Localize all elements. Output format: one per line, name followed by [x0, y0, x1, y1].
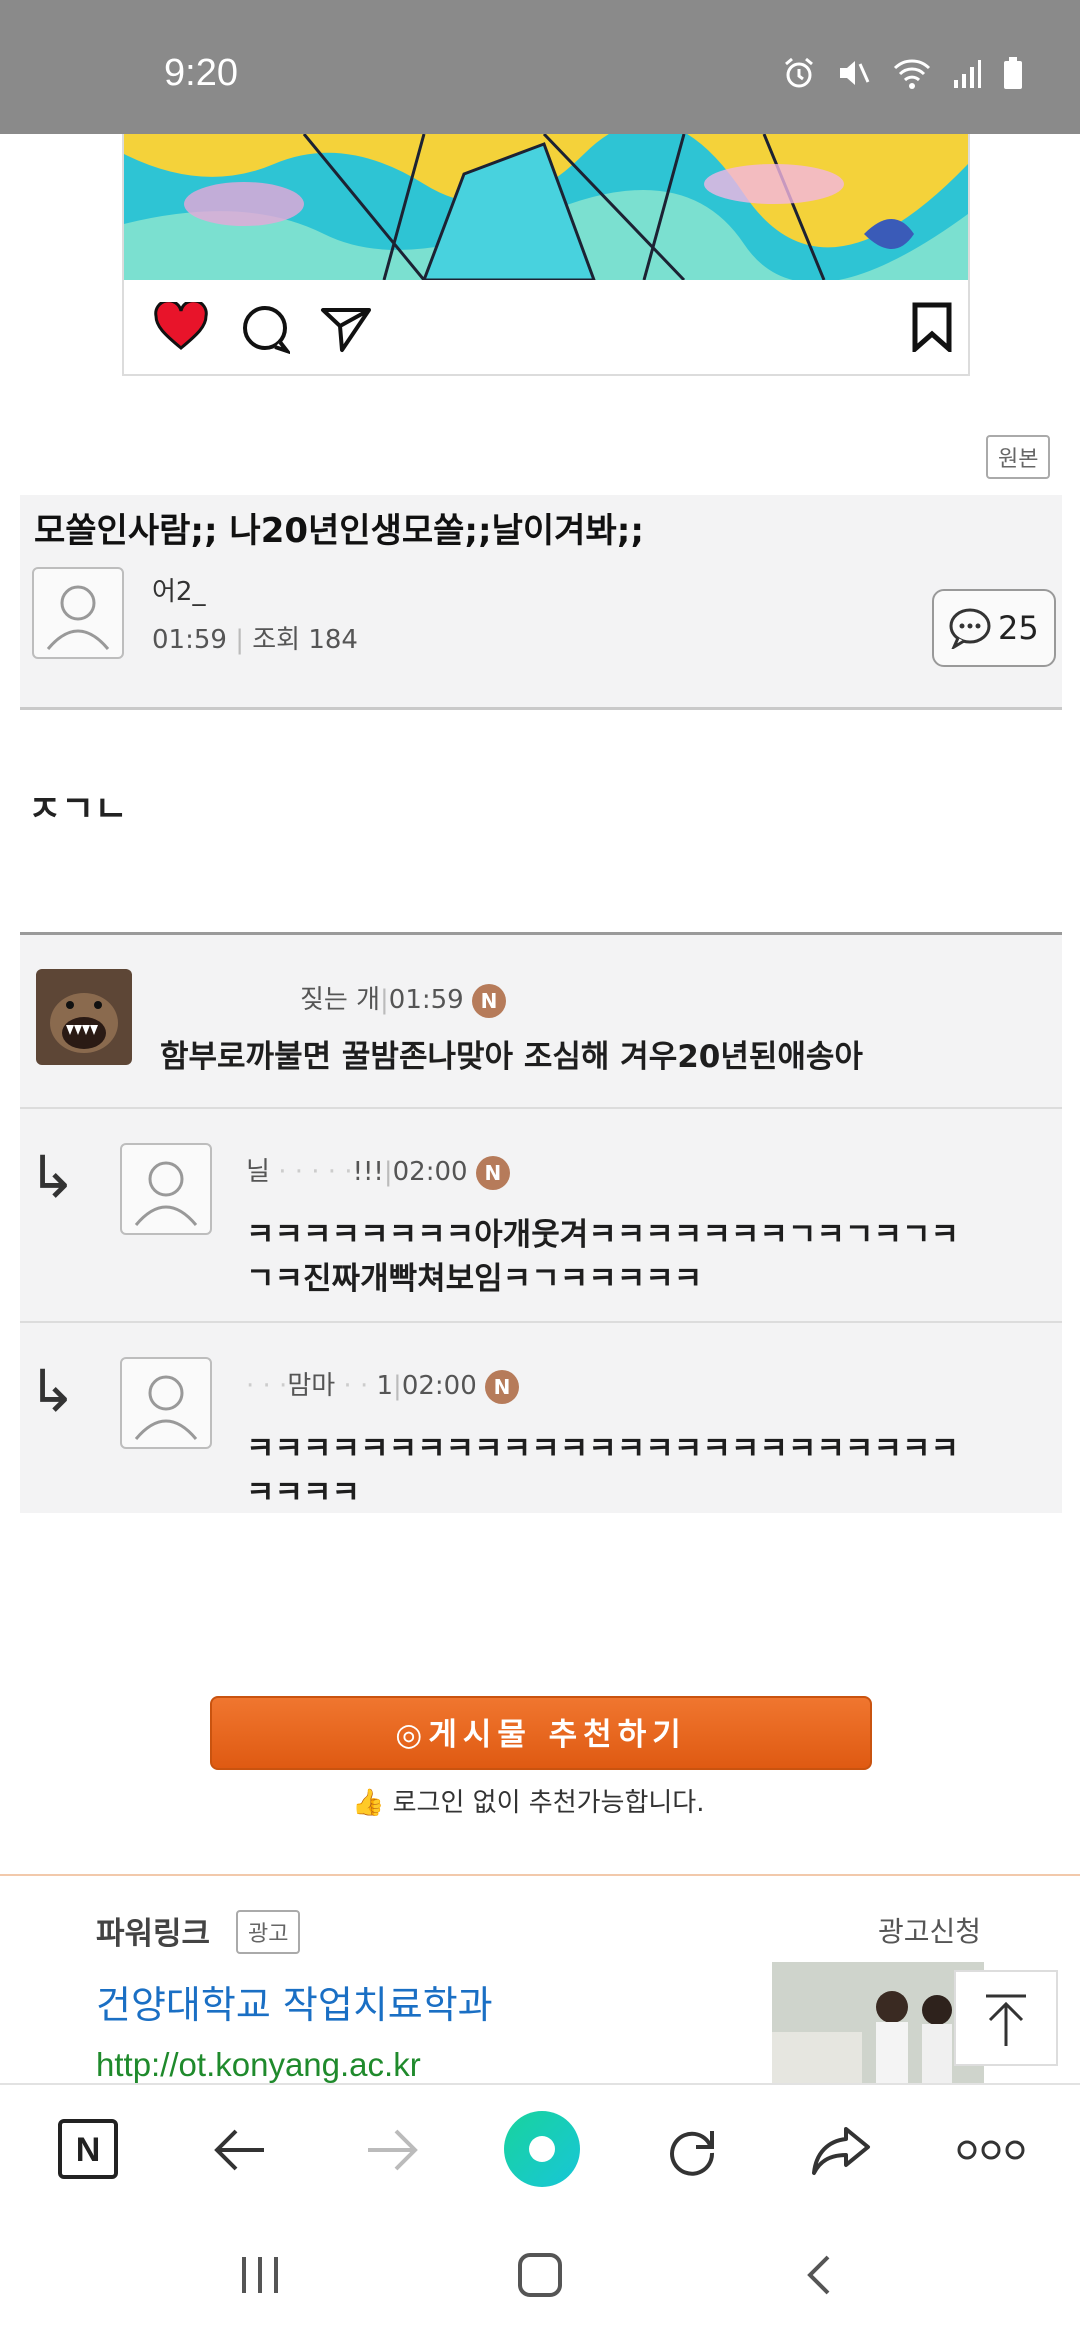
- post-views: 조회 184: [252, 625, 358, 655]
- reply-avatar: [120, 1143, 212, 1235]
- comment-author: 짖는 개: [300, 985, 381, 1015]
- thumbs-up-icon: 👍: [352, 1788, 385, 1818]
- status-bar: 9:20: [0, 0, 1080, 134]
- reply-arrow-icon: ↳: [28, 1357, 77, 1425]
- recommend-button[interactable]: ◎게시물 추천하기: [210, 1696, 872, 1770]
- dog-avatar: [36, 969, 132, 1065]
- more-icon[interactable]: [956, 2139, 1026, 2161]
- send-icon[interactable]: [320, 304, 372, 354]
- powerlink-label: 파워링크: [96, 1916, 211, 1952]
- reply-text-line2: ㄱㅋ진짜개빡쳐보임ㅋㄱㅋㅋㅋㅋㅋ: [246, 1261, 703, 1297]
- target-icon: ◎: [395, 1717, 429, 1753]
- naver-home-icon[interactable]: N: [58, 2119, 118, 2179]
- heart-icon[interactable]: [154, 302, 208, 352]
- comment-count-button[interactable]: 25: [932, 589, 1056, 667]
- reply-time: 02:00: [392, 1157, 468, 1187]
- post-body: ㅈㄱㄴ: [28, 789, 128, 830]
- comment-count: 25: [998, 609, 1039, 647]
- comment-text: 함부로까불면 꿀밤존나맞아 조심해 겨우20년된애송아: [160, 1039, 863, 1075]
- comment-icon[interactable]: [240, 304, 290, 354]
- green-dot-button[interactable]: [502, 2109, 582, 2189]
- recents-icon[interactable]: [236, 2253, 284, 2297]
- chat-bubble-icon: [949, 608, 991, 649]
- bookmark-icon[interactable]: [910, 302, 954, 352]
- battery-icon: [1004, 57, 1022, 89]
- alarm-icon: [785, 57, 813, 88]
- ad-title-link[interactable]: 건양대학교 작업치료학과: [96, 1974, 493, 2029]
- status-icons: [782, 56, 1024, 90]
- ad-badge: 광고: [236, 1910, 301, 1954]
- share-icon[interactable]: [810, 2123, 872, 2177]
- reply-time: 02:00: [401, 1371, 477, 1401]
- post-body-area: ㅈㄱㄴ: [20, 710, 1062, 932]
- reply-item: ↳ 닐 · · · · ·!!!|02:00 N ㅋㅋㅋㅋㅋㅋㅋㅋ아개웃겨ㅋㅋㅋ…: [20, 1109, 1062, 1321]
- scroll-top-button[interactable]: [954, 1970, 1058, 2066]
- status-time: 9:20: [164, 52, 238, 94]
- reply-text-line1: ㅋㅋㅋㅋㅋㅋㅋㅋ아개웃겨ㅋㅋㅋㅋㅋㅋㅋㄱㅋㄱㅋㄱㅋ: [246, 1217, 959, 1253]
- comment-item: 짖는 개|01:59 N 함부로까불면 꿀밤존나맞아 조심해 겨우20년된애송아: [20, 935, 1062, 1107]
- back-icon[interactable]: [212, 2125, 268, 2175]
- reply-author: 닐: [246, 1157, 270, 1187]
- post-screenshot: 모쏠인사람;; 나20년인생모쏠;;날이겨봐;; 어2_ 01:59 | 조회 …: [20, 495, 1062, 1513]
- recommend-label: 게시물 추천하기: [428, 1717, 687, 1753]
- wifi-icon: [893, 59, 931, 89]
- new-badge: N: [485, 1369, 520, 1404]
- ad-thumbnail[interactable]: [772, 1962, 984, 2083]
- nav-back-icon[interactable]: [800, 2251, 840, 2299]
- mute-icon: [840, 61, 870, 85]
- comment-time: 01:59: [388, 985, 464, 1015]
- artwork-image: [124, 134, 968, 280]
- scroll-top-icon: [986, 1994, 1026, 2046]
- recommend-note-row: 👍 로그인 없이 추천가능합니다.: [352, 1782, 704, 1819]
- home-icon[interactable]: [516, 2251, 564, 2299]
- reply-avatar: [120, 1357, 212, 1449]
- reply-text-line2: ㅋㅋㅋㅋ: [246, 1475, 361, 1511]
- ad-url[interactable]: http://ot.konyang.ac.kr: [96, 2046, 421, 2084]
- post-title: 모쏠인사람;; 나20년인생모쏠;;날이겨봐;;: [34, 511, 644, 551]
- forward-icon[interactable]: [364, 2125, 420, 2175]
- reply-author: 맘마: [287, 1371, 336, 1401]
- comment-meta: 짖는 개|01:59 N: [300, 979, 506, 1018]
- svg-text:N: N: [76, 2131, 101, 2169]
- reply-meta: 닐 · · · · ·!!!|02:00 N: [246, 1151, 510, 1190]
- author-avatar: [32, 567, 124, 659]
- ad-apply-link[interactable]: 광고신청: [878, 1910, 981, 1950]
- signal-icon: [954, 60, 981, 88]
- reply-meta: · · ·맘마 · · 1|02:00 N: [246, 1365, 520, 1404]
- new-badge: N: [475, 1155, 510, 1190]
- recommend-note: 로그인 없이 추천가능합니다.: [392, 1788, 705, 1818]
- system-nav-bar: [0, 2213, 1080, 2340]
- post-time: 01:59: [152, 625, 227, 655]
- reply-item: ↳ · · ·맘마 · · 1|02:00 N ㅋㅋㅋㅋㅋㅋㅋㅋㅋㅋㅋㅋㅋㅋㅋㅋ…: [20, 1323, 1062, 1513]
- browser-toolbar: N: [0, 2083, 1080, 2215]
- reply-text-line1: ㅋㅋㅋㅋㅋㅋㅋㅋㅋㅋㅋㅋㅋㅋㅋㅋㅋㅋㅋㅋㅋㅋㅋㅋㅋ: [246, 1431, 959, 1467]
- post-meta: 01:59 | 조회 184: [152, 625, 358, 655]
- reply-arrow-icon: ↳: [28, 1143, 77, 1211]
- post-actions: [154, 302, 954, 362]
- new-badge: N: [472, 983, 506, 1018]
- reload-icon[interactable]: [662, 2121, 720, 2179]
- post-author: 어2_: [152, 577, 206, 607]
- section-divider: [0, 1874, 1080, 1876]
- embedded-image-card: [122, 134, 970, 376]
- original-badge[interactable]: 원본: [986, 435, 1051, 479]
